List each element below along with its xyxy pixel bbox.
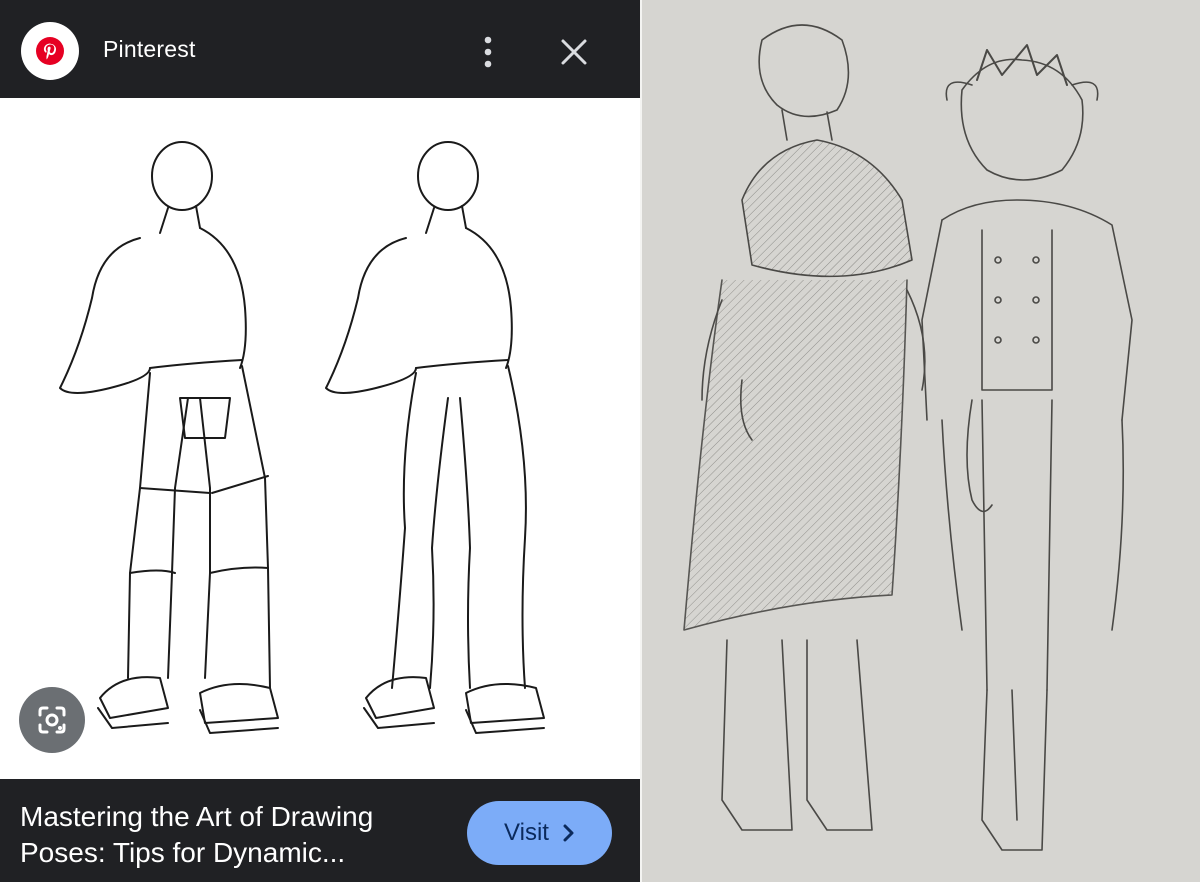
preview-image[interactable] [0,98,640,779]
pinterest-logo-icon[interactable] [21,22,79,80]
visit-button[interactable]: Visit [467,801,612,865]
result-footer: Mastering the Art of Drawing Poses: Tips… [0,779,640,882]
pencil-sketch-photo [642,0,1200,882]
figure-sketch-image [59,141,545,734]
close-icon[interactable] [552,30,596,74]
result-title[interactable]: Mastering the Art of Drawing Poses: Tips… [20,799,440,871]
google-lens-icon[interactable] [19,687,85,753]
site-name: Pinterest [103,36,196,62]
source-header: Pinterest [0,0,640,98]
chevron-right-icon [563,824,574,842]
more-vert-icon[interactable] [470,30,506,74]
visit-label: Visit [504,819,549,846]
character-sketch-image [683,24,1133,851]
pinterest-result-panel: Pinterest Mastering the Art of Drawing P… [0,0,640,882]
